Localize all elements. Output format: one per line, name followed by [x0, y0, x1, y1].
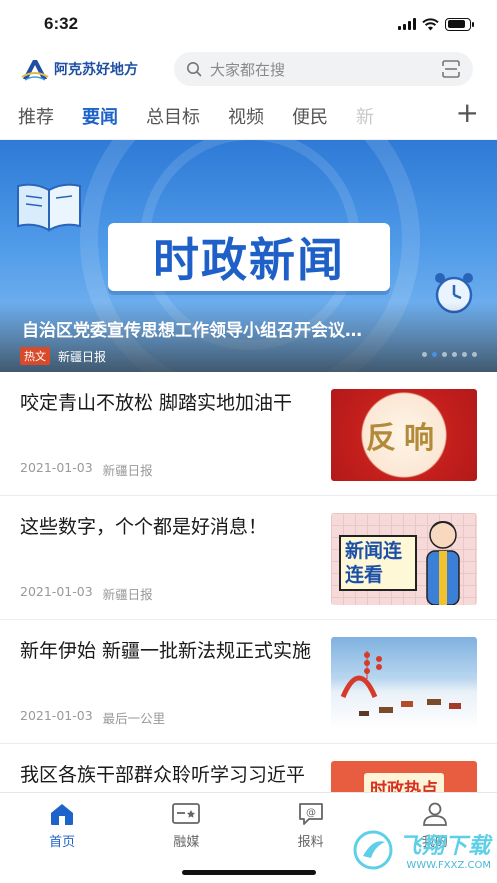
tab-services[interactable]: 便民	[292, 101, 328, 129]
news-source: 最后一公里	[102, 711, 166, 726]
tab-headlines[interactable]: 要闻	[82, 101, 118, 129]
tab-more[interactable]: 新	[356, 101, 374, 129]
home-indicator	[181, 870, 316, 875]
tab-goals[interactable]: 总目标	[146, 101, 200, 129]
carousel-dot[interactable]	[432, 352, 437, 357]
search-icon	[187, 62, 202, 77]
wifi-icon	[422, 17, 439, 30]
news-item[interactable]: 这些数字，个个都是好消息！ 2021-01-03 新疆日报 新闻连连看	[0, 496, 497, 620]
news-title: 咬定青山不放松 脚踏实地加油干	[20, 392, 293, 414]
carousel-dot[interactable]	[442, 352, 447, 357]
news-title: 新年伊始 新疆一批新法规正式实施	[20, 640, 312, 662]
news-text: 新年伊始 新疆一批新法规正式实施 2021-01-03 最后一公里	[20, 636, 331, 743]
thumbnail-caption: 反响	[366, 421, 442, 456]
news-date: 2021-01-03	[20, 584, 93, 599]
book-icon	[17, 183, 81, 232]
news-text: 咬定青山不放松 脚踏实地加油干 2021-01-03 新疆日报	[20, 388, 331, 495]
media-icon	[172, 803, 201, 824]
carousel-dot[interactable]	[462, 352, 467, 357]
news-thumbnail: 反响	[331, 389, 477, 481]
thumbnail-caption-box: 新闻连连看	[339, 535, 417, 591]
carousel-dot[interactable]	[472, 352, 477, 357]
nav-label: 融媒	[173, 835, 200, 850]
snow-festival-photo	[340, 651, 461, 716]
banner-headline: 时政新闻	[108, 223, 390, 291]
news-thumbnail: 新闻连连看	[331, 513, 477, 605]
hot-badge: 热文	[20, 347, 50, 365]
user-icon	[422, 802, 447, 826]
news-source: 新疆日报	[102, 463, 153, 478]
status-icons	[398, 17, 474, 31]
nav-profile[interactable]: 我的	[373, 801, 497, 883]
home-icon	[51, 804, 74, 825]
app-header: 阿克苏好地方 大家都在搜	[0, 48, 497, 90]
carousel-dots	[422, 352, 477, 357]
report-icon: @	[298, 803, 323, 825]
banner-meta: 热文 新疆日报	[20, 347, 106, 365]
scan-icon[interactable]	[441, 60, 461, 78]
svg-text:@: @	[306, 808, 316, 819]
nav-label: 首页	[49, 835, 76, 850]
person-illustration-icon	[426, 521, 460, 605]
news-meta: 2021-01-03 新疆日报	[20, 460, 315, 479]
news-date: 2021-01-03	[20, 460, 93, 475]
battery-icon	[445, 17, 474, 31]
logo-mark-icon	[21, 60, 49, 81]
banner-title: 自治区党委宣传思想工作领导小组召开会议…	[22, 321, 362, 341]
status-time: 6:32	[44, 14, 79, 33]
carousel-dot[interactable]	[422, 352, 427, 357]
channel-tabs: 推荐 要闻 总目标 视频 便民 新 +	[0, 90, 497, 140]
bottom-navigation: 首页 融媒 @ 报料 我的	[0, 792, 497, 883]
news-date: 2021-01-03	[20, 708, 93, 723]
app-logo: 阿克苏好地方	[20, 57, 156, 81]
news-title: 这些数字，个个都是好消息！	[20, 516, 268, 538]
nav-home[interactable]: 首页	[0, 801, 124, 883]
news-meta: 2021-01-03 最后一公里	[20, 708, 315, 727]
cellular-signal-icon	[398, 18, 416, 30]
status-bar: 6:32	[0, 0, 497, 48]
tab-video[interactable]: 视频	[228, 101, 264, 129]
news-item[interactable]: 咬定青山不放松 脚踏实地加油干 2021-01-03 新疆日报 反响	[0, 372, 497, 496]
news-item[interactable]: 新年伊始 新疆一批新法规正式实施 2021-01-03 最后一公里	[0, 620, 497, 744]
banner-source: 新疆日报	[58, 349, 107, 364]
add-channel-button[interactable]: +	[456, 98, 479, 128]
logo-text: 阿克苏好地方	[54, 62, 138, 78]
news-text: 这些数字，个个都是好消息！ 2021-01-03 新疆日报	[20, 512, 331, 619]
news-thumbnail	[331, 637, 477, 729]
nav-label: 我的	[421, 835, 448, 850]
headline-banner[interactable]: 时政新闻 自治区党委宣传思想工作领导小组召开会议… 热文 新疆日报	[0, 140, 497, 372]
search-placeholder: 大家都在搜	[210, 60, 286, 79]
carousel-dot[interactable]	[452, 352, 457, 357]
tab-recommend[interactable]: 推荐	[18, 101, 54, 129]
nav-label: 报料	[297, 835, 324, 850]
thumbnail-caption: 新闻连连看	[345, 540, 403, 586]
search-input[interactable]: 大家都在搜	[174, 52, 473, 86]
news-meta: 2021-01-03 新疆日报	[20, 584, 315, 603]
news-source: 新疆日报	[102, 587, 153, 602]
